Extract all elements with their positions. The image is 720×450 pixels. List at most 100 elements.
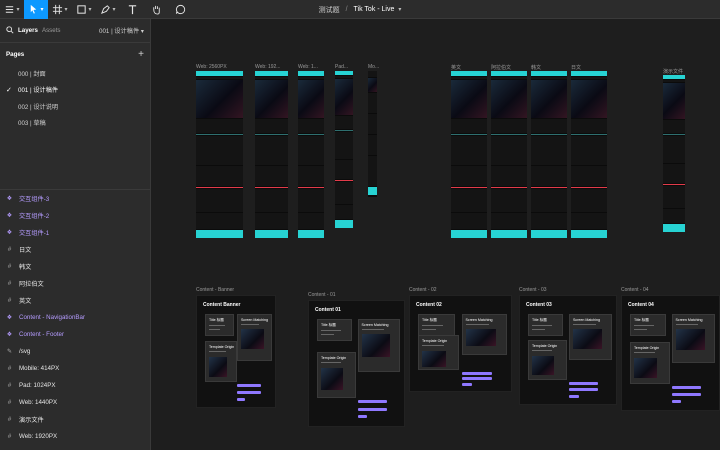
screen-matching-card[interactable]: Screen Matching: [671, 314, 716, 363]
frame-label[interactable]: Pad...: [335, 64, 348, 70]
button-variant[interactable]: [569, 388, 599, 392]
hand-tool-button[interactable]: [144, 0, 168, 19]
design-frame[interactable]: [451, 71, 487, 238]
design-frame[interactable]: [335, 71, 353, 228]
screen-matching-card[interactable]: Screen Matching: [357, 319, 401, 373]
layer-item[interactable]: # Web: 1440PX: [0, 394, 150, 411]
template-origin-card[interactable]: Template Origin: [205, 341, 237, 382]
layer-item[interactable]: # Web: 1920PX: [0, 428, 150, 445]
screen-matching-card[interactable]: Screen Matching: [569, 314, 613, 361]
template-origin-card[interactable]: Template Origin: [528, 340, 568, 380]
button-variant[interactable]: [357, 400, 387, 404]
layer-item[interactable]: # 阿拉伯文: [0, 275, 150, 292]
design-frame[interactable]: [368, 71, 377, 197]
search-icon[interactable]: [6, 25, 14, 36]
component-label[interactable]: Content - 01: [308, 292, 336, 298]
frame-section: [368, 93, 377, 113]
component-label[interactable]: Content - 03: [519, 287, 547, 293]
frame-label[interactable]: Web: 192...: [255, 64, 280, 70]
page-item[interactable]: 000 | 封面: [0, 65, 150, 82]
design-frame[interactable]: [663, 75, 685, 232]
button-variant[interactable]: [357, 415, 368, 419]
component-label[interactable]: Content - 04: [621, 287, 649, 293]
design-frame[interactable]: [196, 71, 243, 238]
title-card[interactable]: Title 标题: [630, 314, 666, 336]
layer-item[interactable]: # Pad: 1024PX: [0, 377, 150, 394]
file-name[interactable]: Tik Tok - Live: [354, 6, 395, 13]
page-item[interactable]: 002 | 设计说明: [0, 98, 150, 115]
content-component[interactable]: Content 03 Title 标题 Screen Matching Templat…: [519, 295, 617, 405]
text-tool-button[interactable]: [120, 0, 144, 19]
content-component[interactable]: Content 04 Title 标题 Screen Matching Templat…: [621, 295, 720, 411]
content-component[interactable]: Content 01 Title 标题 Screen Matching Templat…: [308, 300, 405, 427]
design-frame[interactable]: [571, 71, 607, 238]
button-variant[interactable]: [569, 395, 579, 398]
layer-label: Content - Footer: [19, 331, 65, 338]
frame-label[interactable]: 演示文件: [663, 68, 683, 75]
design-frame[interactable]: [298, 71, 324, 238]
frame-label[interactable]: 日文: [571, 64, 581, 71]
button-variant[interactable]: [461, 377, 493, 381]
move-tool-button[interactable]: ▾: [24, 0, 48, 19]
content-component[interactable]: Content 02 Title 标题 Screen Matching Templat…: [409, 295, 512, 392]
pen-tool-button[interactable]: ▾: [96, 0, 120, 19]
layer-item[interactable]: # 演示文件: [0, 411, 150, 428]
project-name[interactable]: 测试题: [319, 5, 340, 15]
frame-section: [531, 135, 567, 165]
tab-layers[interactable]: Layers: [18, 27, 38, 34]
button-variant[interactable]: [237, 390, 261, 394]
button-variant[interactable]: [461, 371, 493, 375]
chevron-down-icon[interactable]: ▾: [398, 6, 401, 13]
layer-item[interactable]: ❖ 交互组件-1: [0, 224, 150, 241]
frame-tool-button[interactable]: ▾: [48, 0, 72, 19]
layer-item[interactable]: ❖ 交互组件-3: [0, 190, 150, 207]
comment-tool-button[interactable]: [168, 0, 192, 19]
screen-matching-card[interactable]: Screen Matching: [237, 314, 273, 362]
layer-item[interactable]: ❖ Content - Footer: [0, 326, 150, 343]
template-origin-card[interactable]: Template Origin: [630, 342, 670, 385]
content-component[interactable]: Content Banner Title 标题 Screen Matching Tem…: [196, 295, 276, 408]
page-item[interactable]: 003 | 草稿: [0, 115, 150, 132]
layer-item[interactable]: ❖ 交互组件-2: [0, 207, 150, 224]
button-variant[interactable]: [671, 400, 682, 404]
design-frame[interactable]: [255, 71, 288, 238]
button-variant[interactable]: [671, 386, 702, 390]
layer-item[interactable]: # 英文: [0, 292, 150, 309]
layer-item[interactable]: ✎ /svg: [0, 343, 150, 360]
layer-item[interactable]: # 韩文: [0, 258, 150, 275]
component-label[interactable]: Content - 02: [409, 287, 437, 293]
title-card[interactable]: Title 标题: [205, 314, 234, 336]
button-variant[interactable]: [357, 407, 387, 411]
frame-label[interactable]: 阿拉伯文: [491, 64, 511, 71]
shape-tool-button[interactable]: ▾: [72, 0, 96, 19]
frame-label[interactable]: 韩文: [531, 64, 541, 71]
title-card[interactable]: Title 标题: [528, 314, 564, 336]
template-origin-card[interactable]: Template Origin: [418, 334, 460, 370]
button-variant[interactable]: [237, 397, 245, 401]
add-page-icon[interactable]: +: [138, 49, 144, 60]
frame-label[interactable]: 英文: [451, 64, 461, 71]
template-origin-card[interactable]: Template Origin: [317, 351, 356, 398]
screen-matching-card[interactable]: Screen Matching: [461, 314, 507, 355]
frame-label[interactable]: Mo...: [368, 64, 379, 70]
button-variant[interactable]: [237, 384, 261, 388]
title-card[interactable]: Title 标题: [317, 319, 352, 341]
current-page-selector[interactable]: 001 | 设计稿件 ▾: [99, 26, 144, 35]
button-variant[interactable]: [569, 381, 599, 385]
design-frame[interactable]: [531, 71, 567, 238]
layer-item[interactable]: # Mobile: 414PX: [0, 360, 150, 377]
main-menu-button[interactable]: ▾: [0, 0, 24, 19]
tab-assets[interactable]: Assets: [42, 27, 61, 34]
page-item[interactable]: ✓ 001 | 设计稿件: [0, 82, 150, 99]
layer-item[interactable]: #Web: 2560PX: [0, 445, 150, 450]
layer-item[interactable]: ❖ Content - NavigationBar: [0, 309, 150, 326]
frame-label[interactable]: Web: 2560PX: [196, 64, 227, 70]
component-label[interactable]: Content - Banner: [196, 287, 234, 293]
layer-item[interactable]: # 日文: [0, 241, 150, 258]
button-variant[interactable]: [461, 383, 472, 387]
design-frame[interactable]: [491, 71, 527, 238]
title-card[interactable]: Title 标题: [418, 314, 456, 336]
frame-label[interactable]: Web: 1...: [298, 64, 318, 70]
canvas[interactable]: Web: 2560PX Web: 192... Web: 1... Pad... Mo.…: [151, 19, 720, 450]
button-variant[interactable]: [671, 393, 702, 397]
